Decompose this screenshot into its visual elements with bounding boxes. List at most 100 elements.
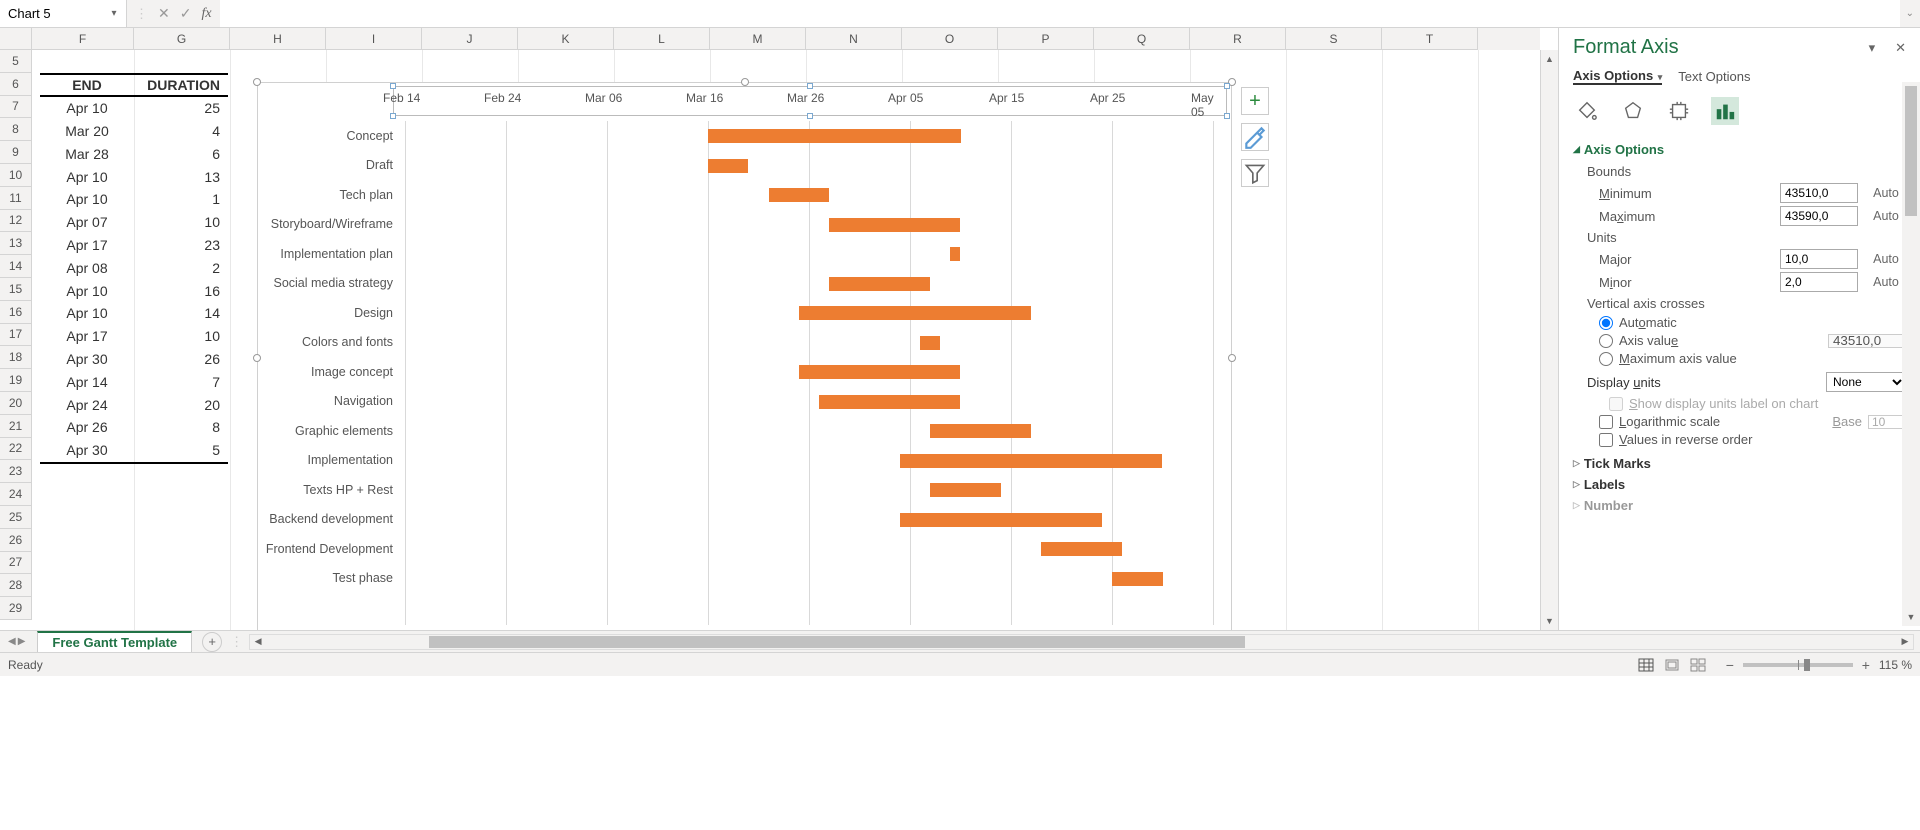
- row-header-16[interactable]: 16: [0, 301, 32, 324]
- column-header-K[interactable]: K: [518, 28, 614, 50]
- row-header-5[interactable]: 5: [0, 50, 32, 73]
- column-header-J[interactable]: J: [422, 28, 518, 50]
- minor-auto[interactable]: Auto: [1866, 275, 1906, 289]
- formula-input[interactable]: [220, 0, 1900, 27]
- chart-styles-button[interactable]: [1241, 123, 1269, 151]
- gantt-bar[interactable]: [900, 513, 1102, 527]
- display-units-select[interactable]: None: [1826, 372, 1906, 392]
- minimum-input[interactable]: [1780, 183, 1858, 203]
- gantt-bar[interactable]: [799, 365, 961, 379]
- gantt-chart[interactable]: Feb 14Feb 24Mar 06Mar 16Mar 26Apr 05Apr …: [257, 82, 1232, 630]
- number-section-header[interactable]: ▷ Number: [1573, 495, 1906, 516]
- view-normal-button[interactable]: [1633, 656, 1659, 674]
- maximum-input[interactable]: [1780, 206, 1858, 226]
- minor-input[interactable]: [1780, 272, 1858, 292]
- row-header-27[interactable]: 27: [0, 552, 32, 575]
- table-row[interactable]: Apr 1710: [40, 325, 228, 348]
- column-header-L[interactable]: L: [614, 28, 710, 50]
- table-row[interactable]: Apr 147: [40, 370, 228, 393]
- gantt-bar[interactable]: [950, 247, 960, 261]
- gantt-bar[interactable]: [829, 218, 960, 232]
- chart-filters-button[interactable]: [1241, 159, 1269, 187]
- table-row[interactable]: Apr 268: [40, 416, 228, 439]
- zoom-level[interactable]: 115 %: [1879, 658, 1912, 672]
- column-header-R[interactable]: R: [1190, 28, 1286, 50]
- view-page-break-button[interactable]: [1685, 656, 1711, 674]
- table-row[interactable]: Apr 1014: [40, 302, 228, 325]
- column-header-P[interactable]: P: [998, 28, 1094, 50]
- column-header-G[interactable]: G: [134, 28, 230, 50]
- row-header-15[interactable]: 15: [0, 278, 32, 301]
- row-header-19[interactable]: 19: [0, 369, 32, 392]
- column-header-S[interactable]: S: [1286, 28, 1382, 50]
- row-header-18[interactable]: 18: [0, 346, 32, 369]
- tab-nav-prev[interactable]: ◀: [8, 636, 16, 647]
- table-row[interactable]: Apr 101: [40, 188, 228, 211]
- row-header-26[interactable]: 26: [0, 529, 32, 552]
- column-header-I[interactable]: I: [326, 28, 422, 50]
- select-all-corner[interactable]: [0, 28, 32, 50]
- gantt-bar[interactable]: [819, 395, 960, 409]
- zoom-out-button[interactable]: −: [1723, 657, 1737, 673]
- labels-section-header[interactable]: ▷ Labels: [1573, 474, 1906, 495]
- horizontal-scrollbar[interactable]: ◀ ▶: [249, 634, 1914, 650]
- gantt-bar[interactable]: [708, 129, 961, 143]
- panel-close-button[interactable]: ✕: [1895, 40, 1906, 56]
- column-header-M[interactable]: M: [710, 28, 806, 50]
- row-header-9[interactable]: 9: [0, 141, 32, 164]
- size-properties-icon[interactable]: [1665, 97, 1693, 125]
- zoom-slider[interactable]: [1743, 663, 1853, 667]
- column-header-T[interactable]: T: [1382, 28, 1478, 50]
- name-box[interactable]: ▾: [0, 0, 127, 27]
- gantt-bar[interactable]: [930, 483, 1001, 497]
- table-row[interactable]: Apr 0710: [40, 211, 228, 234]
- major-input[interactable]: [1780, 249, 1858, 269]
- row-header-6[interactable]: 6: [0, 73, 32, 96]
- column-header-Q[interactable]: Q: [1094, 28, 1190, 50]
- reverse-order-checkbox[interactable]: [1599, 433, 1613, 447]
- confirm-formula-button[interactable]: ✓: [180, 5, 192, 22]
- gantt-bar[interactable]: [1041, 542, 1122, 556]
- table-row[interactable]: Apr 1016: [40, 279, 228, 302]
- radio-automatic[interactable]: [1599, 316, 1613, 330]
- column-header-F[interactable]: F: [32, 28, 134, 50]
- effects-icon[interactable]: [1619, 97, 1647, 125]
- table-row[interactable]: Mar 286: [40, 142, 228, 165]
- tab-nav-next[interactable]: ▶: [18, 636, 26, 647]
- gantt-bar[interactable]: [799, 306, 1031, 320]
- tab-text-options[interactable]: Text Options: [1678, 69, 1750, 84]
- row-header-23[interactable]: 23: [0, 460, 32, 483]
- radio-axis-value[interactable]: [1599, 334, 1613, 348]
- table-row[interactable]: Apr 1723: [40, 234, 228, 257]
- chart-elements-button[interactable]: +: [1241, 87, 1269, 115]
- row-header-24[interactable]: 24: [0, 483, 32, 506]
- gantt-bar[interactable]: [930, 424, 1031, 438]
- row-header-7[interactable]: 7: [0, 96, 32, 119]
- log-scale-checkbox[interactable]: [1599, 415, 1613, 429]
- major-auto[interactable]: Auto: [1866, 252, 1906, 266]
- cell-grid[interactable]: END DURATION Apr 1025Mar 204Mar 286Apr 1…: [32, 50, 1540, 630]
- column-header-O[interactable]: O: [902, 28, 998, 50]
- cancel-formula-button[interactable]: ✕: [158, 5, 170, 22]
- name-box-input[interactable]: [8, 6, 106, 21]
- insert-function-button[interactable]: fx: [201, 6, 211, 22]
- table-row[interactable]: Mar 204: [40, 120, 228, 143]
- row-header-11[interactable]: 11: [0, 187, 32, 210]
- tick-marks-section-header[interactable]: ▷ Tick Marks: [1573, 453, 1906, 474]
- row-header-17[interactable]: 17: [0, 324, 32, 347]
- vertical-scrollbar[interactable]: ▲ ▼: [1540, 50, 1558, 630]
- gantt-bar[interactable]: [769, 188, 830, 202]
- axis-options-section-header[interactable]: ◢ Axis Options: [1573, 139, 1906, 160]
- fill-line-icon[interactable]: [1573, 97, 1601, 125]
- maximum-auto[interactable]: Auto: [1866, 209, 1906, 223]
- gantt-bar[interactable]: [708, 159, 748, 173]
- axis-options-icon[interactable]: [1711, 97, 1739, 125]
- row-header-13[interactable]: 13: [0, 232, 32, 255]
- zoom-in-button[interactable]: +: [1859, 657, 1873, 673]
- sheet-tab-active[interactable]: Free Gantt Template: [37, 631, 192, 652]
- table-row[interactable]: Apr 3026: [40, 348, 228, 371]
- column-header-H[interactable]: H: [230, 28, 326, 50]
- scroll-down-button[interactable]: ▼: [1541, 612, 1558, 630]
- panel-options-dropdown[interactable]: ▾: [1869, 40, 1876, 56]
- gantt-bar[interactable]: [1112, 572, 1163, 586]
